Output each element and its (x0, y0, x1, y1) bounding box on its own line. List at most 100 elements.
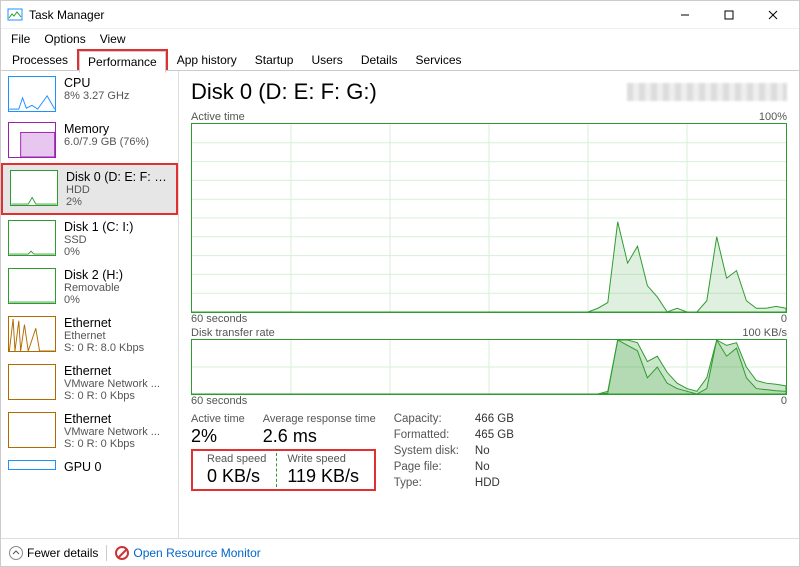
sidebar-item-gpu0[interactable]: GPU 0 (1, 455, 178, 475)
chart2-xmax: 0 (781, 395, 787, 407)
stat-value: 0 KB/s (207, 466, 266, 487)
sidebar-item-label: Ethernet (64, 316, 144, 330)
fewer-details-label: Fewer details (27, 546, 98, 560)
sidebar-item-ethernet-2[interactable]: EthernetVMware Network ...S: 0 R: 0 Kbps (1, 407, 178, 455)
chevron-up-icon (9, 546, 23, 560)
open-resource-monitor-label: Open Resource Monitor (133, 546, 260, 560)
highlight-performance-tab: Performance (77, 49, 168, 70)
chart1-label: Active time (191, 111, 245, 123)
transfer-rate-chart (191, 339, 787, 395)
disk-thumb-icon (8, 220, 56, 256)
sidebar-item-label: Disk 2 (H:) (64, 268, 123, 282)
info-value: 465 GB (475, 429, 514, 443)
open-resource-monitor-link[interactable]: Open Resource Monitor (115, 546, 260, 560)
active-time-chart (191, 123, 787, 313)
info-value: 466 GB (475, 413, 514, 427)
stat-active-time: Active time 2% (191, 413, 245, 447)
sidebar-item-ethernet-0[interactable]: EthernetEthernetS: 0 R: 8.0 Kbps (1, 311, 178, 359)
cpu-thumb-icon (8, 76, 56, 112)
menu-view[interactable]: View (94, 30, 132, 48)
stat-read-speed: Read speed 0 KB/s (199, 453, 274, 487)
tab-users[interactable]: Users (302, 49, 351, 71)
info-key: Type: (394, 477, 459, 491)
ethernet-thumb-icon (8, 412, 56, 448)
gpu-thumb-icon (8, 460, 56, 470)
menu-file[interactable]: File (5, 30, 36, 48)
tab-processes[interactable]: Processes (3, 49, 77, 71)
resource-monitor-icon (115, 546, 129, 560)
app-icon (7, 7, 23, 23)
minimize-button[interactable] (663, 2, 707, 28)
info-value: No (475, 445, 514, 459)
page-title: Disk 0 (D: E: F: G:) (191, 79, 377, 105)
sidebar-item-label: Ethernet (64, 412, 160, 426)
chart2-max: 100 KB/s (742, 327, 787, 339)
sidebar-item-sub2: 2% (66, 196, 169, 208)
tab-performance[interactable]: Performance (79, 51, 166, 73)
sidebar-item-sub: 8% 3.27 GHz (64, 90, 129, 102)
sidebar-item-sub: Removable (64, 282, 123, 294)
disk-info-table: Capacity: 466 GB Formatted: 465 GB System di… (394, 413, 514, 491)
stat-write-speed: Write speed 119 KB/s (279, 453, 367, 487)
chart2-xmin: 60 seconds (191, 395, 247, 407)
info-value: No (475, 461, 514, 475)
highlight-speed-box: Read speed 0 KB/s Write speed 119 KB/s (191, 449, 376, 491)
menu-options[interactable]: Options (38, 30, 91, 48)
sidebar-item-label: Disk 1 (C: I:) (64, 220, 133, 234)
sidebar-item-sub2: S: 0 R: 0 Kbps (64, 438, 160, 450)
info-key: Page file: (394, 461, 459, 475)
info-key: System disk: (394, 445, 459, 459)
disk-thumb-icon (8, 268, 56, 304)
sidebar-item-sub2: 0% (64, 294, 123, 306)
sidebar-item-memory[interactable]: Memory6.0/7.9 GB (76%) (1, 117, 178, 163)
info-key: Formatted: (394, 429, 459, 443)
sidebar-item-disk1[interactable]: Disk 1 (C: I:)SSD0% (1, 215, 178, 263)
chart1-xmax: 0 (781, 313, 787, 325)
sidebar-item-sub2: S: 0 R: 8.0 Kbps (64, 342, 144, 354)
sidebar-item-sub: VMware Network ... (64, 378, 160, 390)
sidebar-item-disk0[interactable]: Disk 0 (D: E: F: G:)HDD2% (3, 165, 176, 213)
stat-value: 2% (191, 426, 245, 447)
tab-details[interactable]: Details (352, 49, 407, 71)
ethernet-thumb-icon (8, 364, 56, 400)
stat-key: Average response time (263, 413, 376, 425)
info-key: Capacity: (394, 413, 459, 427)
bottom-bar: Fewer details Open Resource Monitor (1, 538, 799, 566)
sidebar-item-cpu[interactable]: CPU8% 3.27 GHz (1, 71, 178, 117)
sidebar-item-label: GPU 0 (64, 460, 102, 474)
stat-avg-response: Average response time 2.6 ms (263, 413, 376, 447)
sidebar-item-sub2: 0% (64, 246, 133, 258)
chart1-max: 100% (759, 111, 787, 123)
highlight-disk0: Disk 0 (D: E: F: G:)HDD2% (1, 163, 178, 215)
sidebar-item-disk2[interactable]: Disk 2 (H:)Removable0% (1, 263, 178, 311)
tab-app-history[interactable]: App history (168, 49, 246, 71)
sidebar-item-ethernet-1[interactable]: EthernetVMware Network ...S: 0 R: 0 Kbps (1, 359, 178, 407)
sidebar-item-sub: SSD (64, 234, 133, 246)
titlebar: Task Manager (1, 1, 799, 29)
chart2-label: Disk transfer rate (191, 327, 275, 339)
sidebar-item-label: CPU (64, 76, 129, 90)
window-title: Task Manager (29, 8, 104, 22)
stat-key: Write speed (287, 453, 359, 465)
sidebar-item-label: Memory (64, 122, 149, 136)
ethernet-thumb-icon (8, 316, 56, 352)
close-button[interactable] (751, 2, 795, 28)
sidebar-item-sub: Ethernet (64, 330, 144, 342)
tab-startup[interactable]: Startup (246, 49, 303, 71)
stat-key: Active time (191, 413, 245, 425)
sidebar: CPU8% 3.27 GHz Memory6.0/7.9 GB (76%) Di… (1, 71, 179, 538)
maximize-button[interactable] (707, 2, 751, 28)
disk-model-label (627, 83, 787, 101)
stat-key: Read speed (207, 453, 266, 465)
sidebar-item-sub2: S: 0 R: 0 Kbps (64, 390, 160, 402)
sidebar-item-sub: VMware Network ... (64, 426, 160, 438)
info-value: HDD (475, 477, 514, 491)
tab-services[interactable]: Services (407, 49, 471, 71)
chart1-xmin: 60 seconds (191, 313, 247, 325)
detail-pane: Disk 0 (D: E: F: G:) Active time 100% 60… (179, 71, 799, 538)
disk-thumb-icon (10, 170, 58, 206)
fewer-details-button[interactable]: Fewer details (9, 546, 98, 560)
stat-value: 2.6 ms (263, 426, 376, 447)
sidebar-item-label: Disk 0 (D: E: F: G:) (66, 170, 169, 184)
sidebar-item-sub: 6.0/7.9 GB (76%) (64, 136, 149, 148)
